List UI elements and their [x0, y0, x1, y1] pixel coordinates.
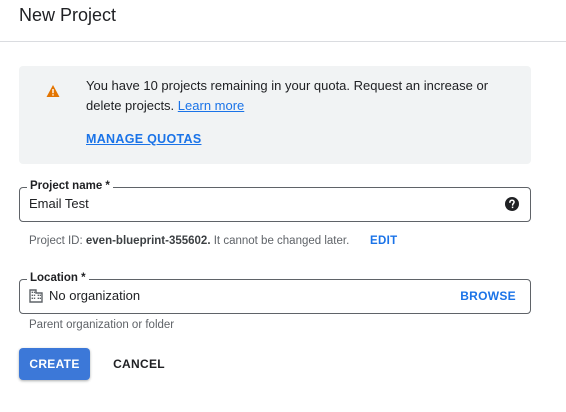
quota-message: You have 10 projects remaining in your q…	[86, 76, 506, 116]
project-id-value: even-blueprint-355602.	[85, 235, 211, 247]
warning-icon	[46, 85, 60, 97]
project-id-prefix: Project ID:	[29, 235, 83, 247]
cancel-button[interactable]: CANCEL	[104, 348, 174, 380]
location-label: Location *	[27, 270, 89, 286]
building-icon	[29, 289, 43, 303]
location-field[interactable]: Location * No organization BROWSE	[19, 270, 531, 314]
create-button[interactable]: CREATE	[19, 348, 90, 380]
location-hint: Parent organization or folder	[29, 319, 175, 331]
quota-message-text: You have 10 projects remaining in your q…	[86, 78, 489, 113]
project-id-info: Project ID: even-blueprint-355602. It ca…	[29, 234, 349, 248]
header-divider	[0, 41, 566, 42]
project-name-field[interactable]: Project name * Email Test	[19, 178, 531, 222]
project-id-suffix: It cannot be changed later.	[213, 235, 350, 247]
help-icon[interactable]	[504, 196, 520, 212]
edit-project-id-button[interactable]: EDIT	[370, 234, 397, 248]
page-title: New Project	[19, 5, 117, 25]
project-name-input[interactable]: Email Test	[29, 196, 89, 212]
quota-banner: You have 10 projects remaining in your q…	[19, 66, 531, 164]
location-value: No organization	[49, 288, 141, 303]
project-name-label: Project name *	[27, 178, 113, 194]
manage-quotas-link[interactable]: MANAGE QUOTAS	[86, 132, 201, 146]
learn-more-link[interactable]: Learn more	[178, 98, 244, 113]
browse-button[interactable]: BROWSE	[460, 289, 516, 303]
